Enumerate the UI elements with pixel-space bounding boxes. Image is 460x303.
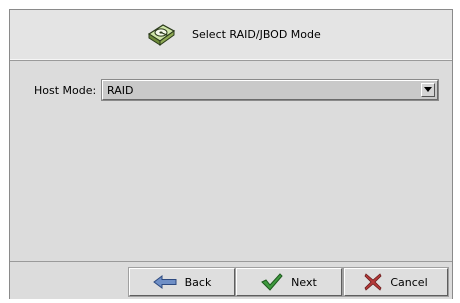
checkmark-icon xyxy=(261,273,283,291)
dialog-header: Select RAID/JBOD Mode xyxy=(10,10,452,61)
next-button-label: Next xyxy=(291,275,317,289)
cancel-button-label: Cancel xyxy=(390,275,428,289)
host-mode-label: Host Mode: xyxy=(34,84,97,97)
hard-drive-icon xyxy=(146,20,176,48)
arrow-left-icon xyxy=(152,275,177,289)
host-mode-value: RAID xyxy=(107,84,134,97)
dialog-window: Select RAID/JBOD Mode Host Mode: RAID Ba… xyxy=(9,9,453,299)
host-mode-select[interactable]: RAID xyxy=(102,80,438,100)
cancel-button[interactable]: Cancel xyxy=(344,268,448,296)
close-icon xyxy=(364,273,382,291)
dialog-title: Select RAID/JBOD Mode xyxy=(192,28,321,41)
chevron-down-icon[interactable] xyxy=(421,83,435,97)
next-button[interactable]: Next xyxy=(236,268,342,296)
dialog-footer: Back Next Cancel xyxy=(10,261,452,299)
back-button-label: Back xyxy=(184,275,212,289)
back-button[interactable]: Back xyxy=(129,268,235,296)
